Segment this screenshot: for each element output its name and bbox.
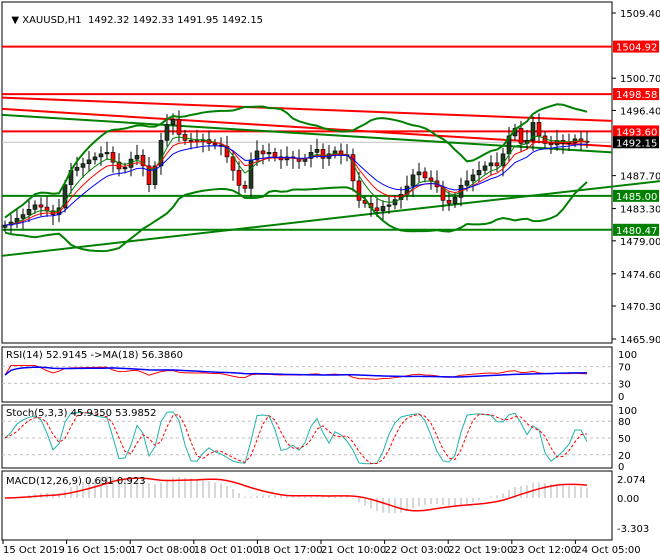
bear-candle (446, 200, 452, 204)
level-label: 1504.92 (616, 43, 657, 54)
rsi-tick-label: 30 (618, 379, 631, 390)
bull-candle (380, 206, 386, 212)
rsi-label: RSI(14) 52.9145 ->MA(18) 56.3860 (6, 350, 183, 361)
level-label: 1498.58 (616, 90, 657, 101)
time-label: 16 Oct 15:00 (67, 545, 132, 556)
price-tick-label: 1509.40 (620, 9, 660, 20)
bear-candle (230, 156, 236, 171)
level-label: 1492.15 (616, 138, 657, 149)
bull-candle (98, 153, 104, 158)
price-tick-label: 1465.90 (620, 335, 660, 346)
bear-candle (494, 162, 500, 167)
bear-candle (428, 177, 434, 182)
rsi-tick-label: 100 (618, 350, 637, 361)
level-label: 1480.47 (616, 226, 657, 237)
macd-tick-label: -3.303 (617, 524, 649, 535)
panel-frame-0 (1, 1, 613, 344)
rsi-tick-label: 0 (618, 392, 624, 403)
trend-line (1, 180, 660, 257)
time-label: 23 Oct 12:00 (512, 545, 577, 556)
bull-candle (122, 167, 128, 170)
bull-candle (464, 180, 470, 186)
bear-candle (146, 165, 152, 185)
price-tick-label: 1474.60 (620, 270, 660, 281)
bull-candle (314, 149, 320, 153)
bull-candle (164, 124, 170, 141)
bear-candle (356, 180, 362, 201)
symbol: XAUUSD,H1 (22, 15, 82, 26)
bull-candle (416, 171, 422, 176)
price-tick-label: 1496.40 (620, 106, 660, 117)
time-label: 18 Oct 17:00 (257, 545, 322, 556)
time-label: 22 Oct 19:00 (448, 545, 513, 556)
bear-candle (518, 128, 524, 144)
ma-green-line (4, 135, 588, 226)
bear-candle (548, 143, 554, 146)
bull-candle (74, 167, 80, 171)
time-label: 21 Oct 10:00 (321, 545, 386, 556)
bull-candle (20, 214, 26, 219)
price-tick-label: 1470.30 (620, 302, 660, 313)
price-tick-label: 1500.70 (620, 74, 660, 85)
bull-candle (92, 156, 98, 161)
low-price: 1491.95 (177, 15, 219, 26)
rsi-ma-line (4, 366, 588, 378)
time-label: 18 Oct 01:00 (194, 545, 259, 556)
close-price: 1492.15 (221, 15, 264, 26)
bull-candle (266, 152, 272, 155)
macd-tick-label: 0.00 (617, 494, 639, 505)
trend-line (1, 96, 613, 122)
bull-candle (80, 163, 86, 168)
bull-candle (188, 140, 194, 142)
bull-candle (452, 197, 458, 204)
open-price: 1492.32 (88, 15, 130, 26)
rsi-tick-label: 70 (618, 363, 631, 374)
bull-candle (86, 159, 92, 164)
time-label: 15 Oct 2019 (3, 545, 65, 556)
bull-candle (26, 209, 32, 215)
stoch-tick-label: 100 (618, 406, 637, 417)
bear-candle (242, 185, 248, 189)
bull-candle (476, 170, 482, 176)
time-label: 17 Oct 08:00 (130, 545, 195, 556)
macd-label: MACD(12,26,9) 0.691 0.923 (6, 476, 146, 487)
bull-candle (104, 152, 110, 155)
bear-candle (176, 119, 182, 135)
ma-red-line (4, 141, 588, 226)
bull-candle (470, 174, 476, 182)
stoch-tick-label: 0 (618, 462, 624, 473)
bear-candle (212, 143, 218, 146)
trading-chart[interactable]: 1509.401500.701496.401487.701483.301479.… (0, 0, 660, 560)
price-tick-label: 1483.30 (620, 205, 660, 216)
level-label: 1485.00 (616, 192, 657, 203)
high-price: 1492.33 (132, 15, 174, 26)
bull-candle (482, 165, 488, 171)
time-label: 24 Oct 05:00 (575, 545, 640, 556)
stoch-tick-label: 50 (618, 434, 631, 445)
bear-candle (272, 152, 278, 158)
bull-candle (386, 204, 392, 207)
bull-candle (32, 204, 38, 210)
bear-candle (374, 207, 380, 212)
bear-candle (260, 150, 266, 155)
collapse-triangle-icon[interactable]: ▼ (11, 15, 22, 26)
bull-candle (134, 155, 140, 160)
price-tick-label: 1479.00 (620, 237, 660, 248)
stoch-tick-label: 20 (618, 451, 631, 462)
bull-candle (488, 162, 494, 167)
macd-tick-label: 2.074 (617, 475, 646, 486)
bull-candle (410, 174, 416, 187)
stoch-tick-label: 80 (618, 417, 631, 428)
bollinger-lower-band (4, 181, 588, 253)
bear-candle (38, 204, 44, 208)
bear-candle (422, 171, 428, 179)
chart-header: ▼ XAUUSD,H1 1492.32 1492.33 1491.95 1492… (5, 4, 263, 26)
bull-candle (170, 119, 176, 125)
bear-candle (236, 170, 242, 186)
stoch-label: Stoch(5,3,3) 45.9350 53.9852 (6, 408, 157, 419)
time-label: 22 Oct 03:00 (385, 545, 450, 556)
ma-blue-line (4, 143, 588, 226)
bear-candle (536, 122, 542, 137)
